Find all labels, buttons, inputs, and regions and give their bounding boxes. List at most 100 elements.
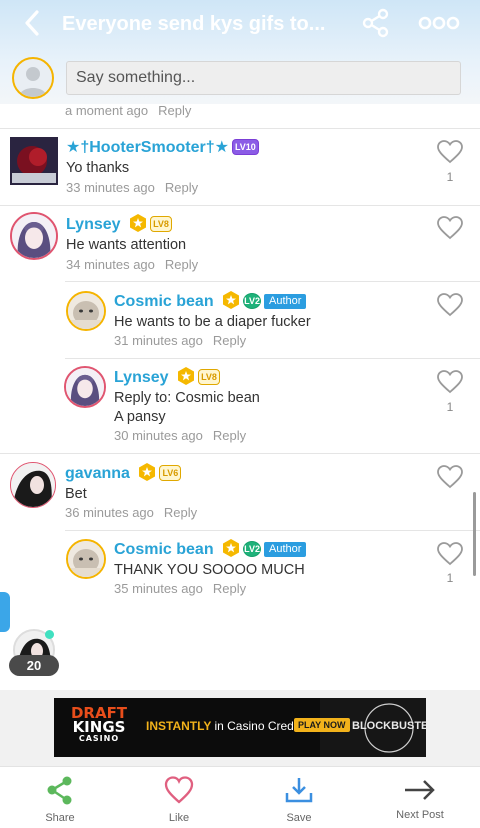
- like-heart-icon[interactable]: [437, 370, 463, 394]
- ad-logo: DRAFT KINGS CASINO: [70, 704, 128, 744]
- author-tag: Author: [264, 294, 307, 309]
- more-options-icon[interactable]: [418, 10, 460, 36]
- reply-link[interactable]: Reply: [213, 428, 246, 443]
- divider: [65, 358, 480, 359]
- avatar-image: [68, 541, 104, 577]
- top-bar: Everyone send kys gifs to... Say somethi…: [0, 0, 480, 104]
- username-text: gavanna: [65, 465, 130, 482]
- bottom-action-bar: Share Like Save Next Post: [0, 766, 480, 828]
- reply-link[interactable]: Reply: [164, 505, 197, 520]
- comment-time: 31 minutes ago: [114, 333, 203, 348]
- comment-input[interactable]: Say something...: [66, 61, 461, 95]
- like-heart-icon[interactable]: [437, 293, 463, 317]
- username-text: ★†HooterSmooter†★: [66, 139, 229, 156]
- side-drawer-tab[interactable]: [0, 592, 10, 632]
- gold-star-badge-icon: [139, 463, 156, 481]
- comment-time: 33 minutes ago: [66, 180, 155, 195]
- comment-meta: 36 minutes ago Reply: [65, 505, 197, 520]
- download-icon: [285, 778, 313, 803]
- like-heart-icon[interactable]: [437, 465, 463, 489]
- avatar[interactable]: [66, 291, 106, 331]
- username[interactable]: Cosmic bean LV2 Author: [114, 539, 307, 559]
- avatar[interactable]: [10, 212, 58, 260]
- comment-meta: 31 minutes ago Reply: [114, 333, 246, 348]
- ad-tagline: INSTANTLY in Casino Credits: [146, 719, 306, 733]
- avatar-image: [11, 463, 55, 507]
- comment-meta: 33 minutes ago Reply: [66, 180, 198, 195]
- next-post-button[interactable]: Next Post: [380, 767, 460, 828]
- username[interactable]: gavanna LV6: [65, 463, 182, 483]
- gold-star-badge-icon: [178, 367, 194, 385]
- comment-meta: 35 minutes ago Reply: [114, 581, 246, 596]
- avatar-image: [66, 368, 104, 406]
- gold-star-badge-icon: [223, 539, 240, 557]
- username-text: Lynsey: [114, 369, 169, 386]
- like-count: 1: [446, 400, 454, 414]
- reply-link[interactable]: Reply: [158, 103, 191, 118]
- comment-time: 35 minutes ago: [114, 581, 203, 596]
- online-indicator: [45, 630, 54, 639]
- divider: [0, 128, 480, 129]
- arrow-right-icon: [405, 780, 435, 800]
- online-count[interactable]: 20: [9, 655, 59, 676]
- level-badge: LV2: [243, 293, 262, 309]
- divider: [0, 453, 480, 454]
- level-badge: LV8: [150, 216, 172, 232]
- level-badge: LV6: [159, 465, 182, 481]
- comment-text-line2: A pansy: [114, 409, 166, 425]
- previous-comment-meta: a moment ago Reply: [65, 103, 191, 118]
- reply-link[interactable]: Reply: [213, 333, 246, 348]
- avatar-image: [68, 293, 104, 329]
- like-heart-icon[interactable]: [437, 140, 463, 164]
- comment-text: He wants to be a diaper fucker: [114, 314, 311, 330]
- level-badge: LV2: [243, 541, 262, 557]
- save-label: Save: [286, 812, 312, 824]
- comment-time: a moment ago: [65, 103, 149, 118]
- username-text: Lynsey: [66, 216, 121, 233]
- comment-text: THANK YOU SOOOO MUCH: [114, 562, 305, 578]
- gold-star-badge-icon: [130, 214, 146, 232]
- reply-link[interactable]: Reply: [165, 257, 198, 272]
- username[interactable]: ★†HooterSmooter†★ LV10: [66, 137, 259, 157]
- comment-time: 34 minutes ago: [66, 257, 155, 272]
- my-avatar[interactable]: [12, 57, 54, 99]
- avatar-image: [10, 137, 58, 185]
- share-icon[interactable]: [362, 8, 390, 38]
- share-icon: [47, 776, 72, 805]
- divider: [65, 530, 480, 531]
- comment-time: 36 minutes ago: [65, 505, 154, 520]
- share-button[interactable]: Share: [20, 767, 100, 828]
- like-heart-icon[interactable]: [437, 542, 463, 566]
- author-tag: Author: [264, 542, 307, 557]
- save-button[interactable]: Save: [259, 767, 339, 828]
- like-label: Like: [168, 812, 190, 824]
- like-button[interactable]: Like: [139, 767, 219, 828]
- username[interactable]: Cosmic bean LV2 Author: [114, 291, 307, 311]
- avatar[interactable]: [64, 366, 106, 408]
- back-chevron-icon[interactable]: [18, 8, 48, 38]
- username[interactable]: Lynsey LV8: [66, 214, 172, 234]
- avatar[interactable]: [10, 137, 58, 185]
- username-text: Cosmic bean: [114, 541, 214, 558]
- post-title: Everyone send kys gifs to...: [62, 13, 326, 35]
- comment-text: Reply to: Cosmic bean: [114, 390, 260, 406]
- heart-icon: [164, 776, 194, 804]
- ad-banner[interactable]: DRAFT KINGS CASINO INSTANTLY in Casino C…: [54, 698, 426, 757]
- like-heart-icon[interactable]: [437, 216, 463, 240]
- comment-text: He wants attention: [66, 237, 187, 253]
- avatar-image: [12, 214, 56, 258]
- divider: [65, 281, 480, 282]
- avatar[interactable]: [66, 539, 106, 579]
- reply-link[interactable]: Reply: [165, 180, 198, 195]
- reply-link[interactable]: Reply: [213, 581, 246, 596]
- username[interactable]: Lynsey LV8: [114, 367, 220, 387]
- comment-time: 30 minutes ago: [114, 428, 203, 443]
- ad-cta-button[interactable]: PLAY NOW: [294, 718, 350, 732]
- comment-meta: 30 minutes ago Reply: [114, 428, 246, 443]
- avatar[interactable]: [10, 462, 56, 508]
- level-badge: LV8: [198, 369, 220, 385]
- comment-meta: 34 minutes ago Reply: [66, 257, 198, 272]
- default-user-icon: [19, 67, 47, 97]
- like-count: 1: [446, 170, 454, 184]
- scrollbar[interactable]: [473, 492, 476, 576]
